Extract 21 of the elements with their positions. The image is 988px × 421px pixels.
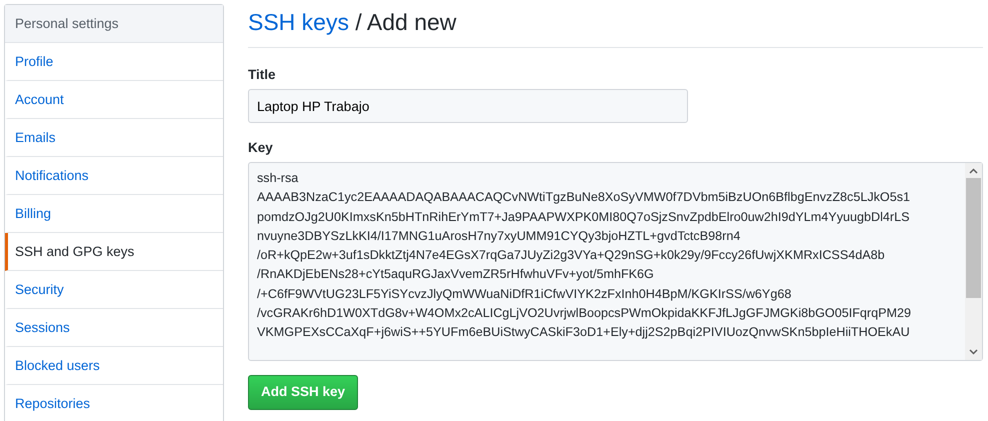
sidebar-item[interactable]: Notifications: [5, 157, 223, 195]
sidebar-item[interactable]: Profile: [5, 43, 223, 81]
breadcrumb-separator: /: [355, 9, 362, 35]
breadcrumb-link[interactable]: SSH keys: [248, 9, 349, 35]
key-field[interactable]: ssh-rsa AAAAB3NzaC1yc2EAAAADAQABAAACAQCvNWtiTgzBuNe8XoSyVMW0f7DVbm5iBzUOn6BflbgEnvzZ8c5LJkO5s1 pomdzOJg2U0KImxsKn5bHTnRihErYmT7+Ja9PAAPWXPK0MI80Q7oSjzSnvZpdbElro0uw2hI9dYLm4YyuugbDl4rLS nvuyne3DBYSzLkKI4/I17MNG1uArosH7ny7xyUMM91CYQy3bjoHZTL+gvdTctcB98rn4 /oR+kQpE2w+3uf1sDkktZtj4N7e4EGsX7rqGa7JUyZi2g3VYa+Q29nSG+k0k29y/9Fccy26fUwjXKMRxICSS4dA8b /RnAKDjEbENs28+cYt5aquRGJaxVvemZR5rHfwhuVFv+yot/5mhFK6G /+C6fF9WVtUG23LF5YiSYcvzJlyQmWWuaNiDfR1iCfwVIYK2zFxInh0H4BpM/KGKIrSS/w6Yg68 /vcGRAKr6hD1W0XTdG8v+W4OMx2cALICgLjVO2UvrjwlBoopcsPWmOkpidaKKFJfLJgGFJMGKi8bGO05IFqrqPM29 VKMGPEXsCCaXqF+j6wiS++5YUFm6eBUiStwyCASkiF3oD1+Ely+djj2S2pBqi2PIVIUozQnvwSKn5bpIeHiiTHOEkAU: [248, 162, 983, 361]
field-label: Title: [248, 66, 276, 83]
sidebar-item[interactable]: Repositories: [5, 385, 223, 421]
sidebar-item[interactable]: Billing: [5, 195, 223, 233]
field-label: Key: [248, 139, 273, 156]
sidebar-item[interactable]: Blocked users: [5, 347, 223, 385]
scroll-up-icon[interactable]: [969, 168, 978, 174]
sidebar-heading: Personal settings: [5, 5, 223, 43]
scrollbar-thumb[interactable]: [966, 178, 981, 298]
sidebar-item[interactable]: Account: [5, 81, 223, 119]
scroll-down-icon[interactable]: [969, 349, 978, 355]
title-field[interactable]: Laptop HP Trabajo: [248, 89, 688, 123]
sidebar-item[interactable]: Sessions: [5, 309, 223, 347]
sidebar-item[interactable]: Security: [5, 271, 223, 309]
page-title: Add new: [366, 9, 456, 35]
sidebar-item[interactable]: SSH and GPG keys: [5, 233, 223, 271]
sidebar-item[interactable]: Emails: [5, 119, 223, 157]
